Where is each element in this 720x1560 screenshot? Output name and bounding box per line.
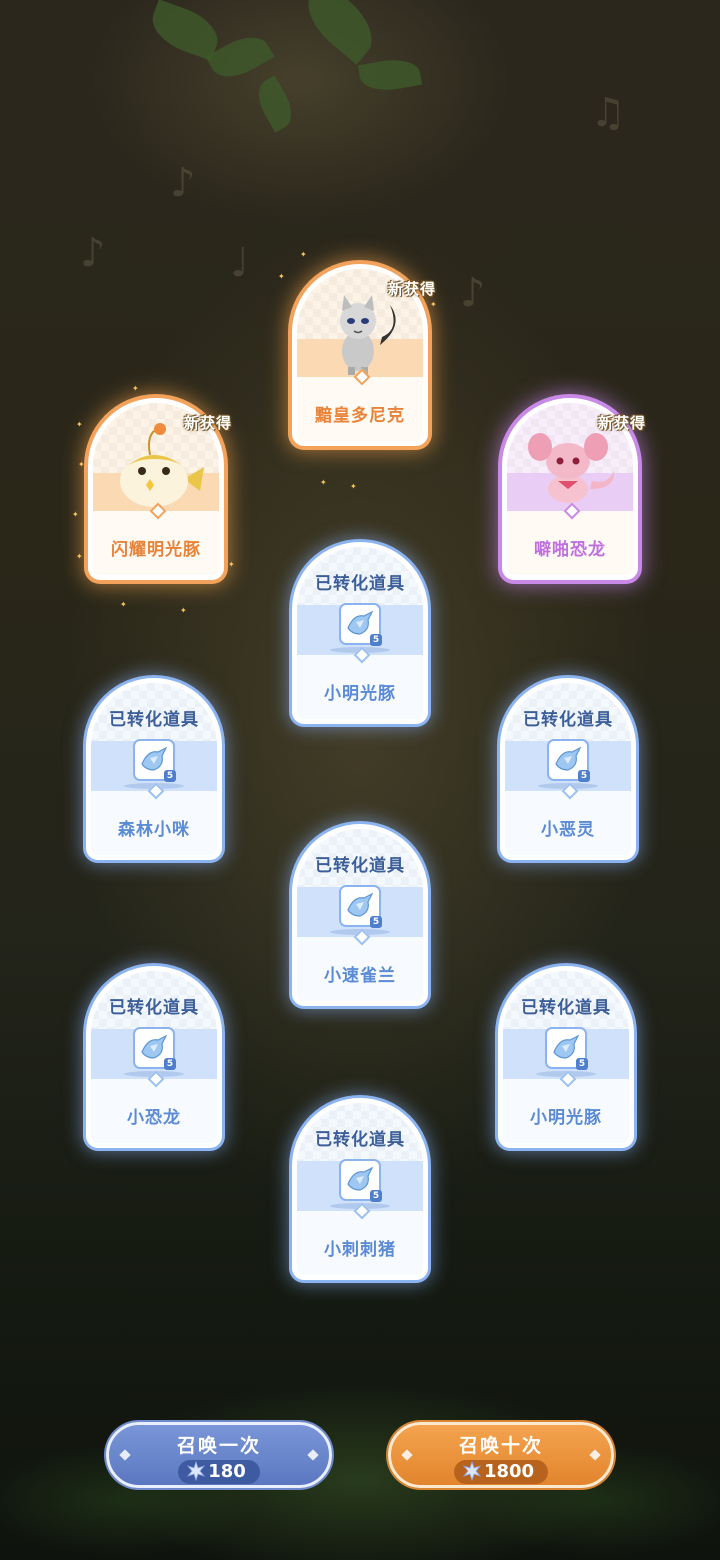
reward-card-featured[interactable]: 噼啪恐龙 新获得 [502,398,645,580]
snowflake-crystal-icon [187,1460,206,1481]
summon-once-cost: 180 [178,1460,260,1484]
converted-label: 已转化道具 [523,710,613,730]
reward-card-converted[interactable]: 已转化道具 5 小恐龙 [86,966,222,1148]
summon-once-button[interactable]: 召唤一次 180 [106,1422,332,1488]
reward-card-featured[interactable]: 闪耀明光豚 新获得 [88,398,231,580]
crystal-bird-icon: 5 [133,1027,176,1070]
reward-card-converted[interactable]: 已转化道具 5 小明光豚 [498,966,634,1148]
crystal-bird-icon: 5 [339,885,382,928]
creature-name: 黯皇多尼克 [315,406,405,426]
new-badge: 新获得 [597,414,646,432]
reward-card-converted[interactable]: 已转化道具 5 小刺刺猪 [292,1098,428,1280]
creature-name: 小明光豚 [530,1108,602,1128]
creature-name: 小明光豚 [324,684,396,704]
creature-name: 闪耀明光豚 [111,540,201,560]
summon-ten-label: 召唤十次 [458,1435,543,1457]
converted-label: 已转化道具 [521,998,611,1018]
reward-card-converted[interactable]: 已转化道具 5 森林小咪 [86,678,222,860]
converted-label: 已转化道具 [315,1130,405,1150]
creature-name: 小恐龙 [127,1108,181,1128]
creature-name: 噼啪恐龙 [534,540,606,560]
summon-ten-cost: 1800 [453,1460,549,1484]
reward-card-converted[interactable]: 已转化道具 5 小速雀兰 [292,824,428,1006]
converted-label: 已转化道具 [315,856,405,876]
snowflake-crystal-icon [462,1460,482,1481]
crystal-bird-icon: 5 [339,603,382,646]
creature-name: 小速雀兰 [324,966,396,986]
new-badge: 新获得 [387,280,436,298]
crystal-bird-icon: 5 [339,1159,382,1202]
creature-name: 森林小咪 [118,820,190,840]
summon-ten-button[interactable]: 召唤十次 1800 [388,1422,614,1488]
converted-label: 已转化道具 [109,998,199,1018]
converted-label: 已转化道具 [109,710,199,730]
new-badge: 新获得 [183,414,232,432]
reward-card-converted[interactable]: 已转化道具 5 小恶灵 [500,678,636,860]
creature-name: 小恶灵 [541,820,595,840]
creature-name: 小刺刺猪 [324,1240,396,1260]
reward-card-converted[interactable]: 已转化道具 5 小明光豚 [292,542,428,724]
crystal-bird-icon: 5 [547,739,590,782]
reward-card-featured[interactable]: 黯皇多尼克 新获得 [292,264,435,446]
crystal-bird-icon: 5 [133,739,176,782]
summon-once-label: 召唤一次 [176,1435,261,1457]
crystal-bird-icon: 5 [545,1027,588,1070]
converted-label: 已转化道具 [315,574,405,594]
